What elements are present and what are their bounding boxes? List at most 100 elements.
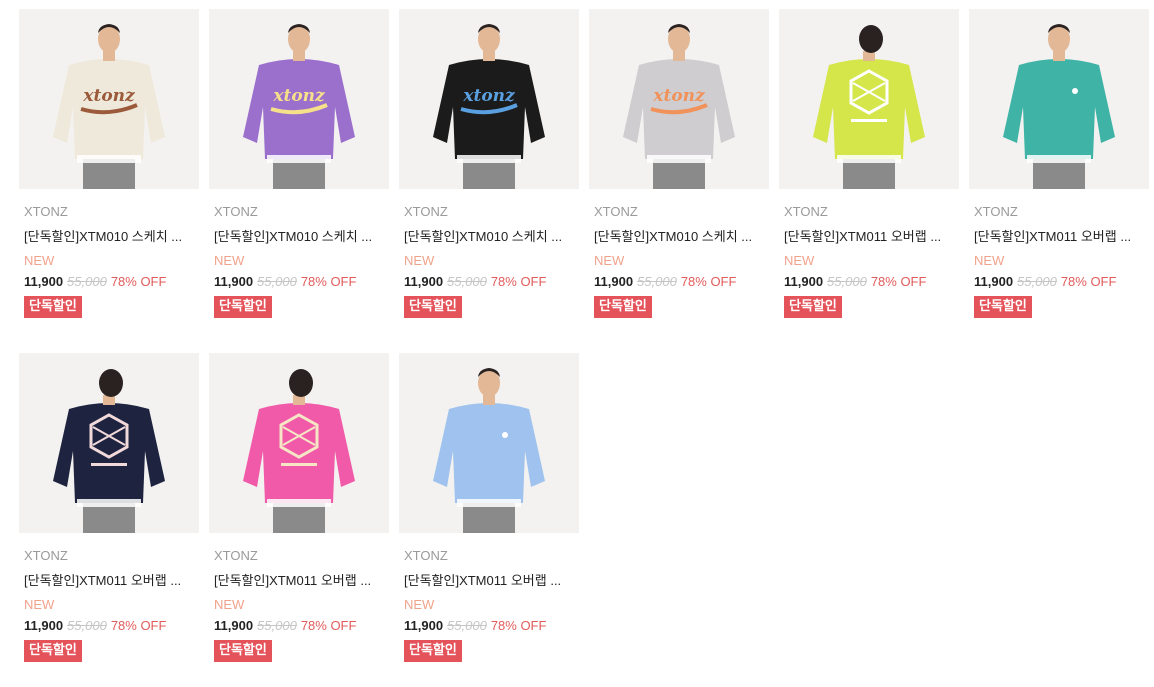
original-price: 55,000 <box>827 274 867 289</box>
product-card[interactable]: xtonz XTONZ [단독할인]XTM010 스케치 ... NEW 11,… <box>209 9 389 343</box>
price-line: 11,900 55,000 78% OFF <box>404 618 574 634</box>
discount-rate: 78% OFF <box>870 274 927 289</box>
exclusive-discount-badge: 단독할인 <box>404 296 462 318</box>
product-name-link[interactable]: [단독할인]XTM011 오버랩 ... <box>214 573 384 589</box>
product-card[interactable]: xtonz XTONZ [단독할인]XTM010 스케치 ... NEW 11,… <box>19 9 199 343</box>
product-name-link[interactable]: [단독할인]XTM010 스케치 ... <box>24 229 194 245</box>
product-image[interactable] <box>779 9 959 189</box>
product-grid: xtonz XTONZ [단독할인]XTM010 스케치 ... NEW 11,… <box>19 9 1154 687</box>
product-brand: XTONZ <box>24 548 68 563</box>
exclusive-discount-badge: 단독할인 <box>214 640 272 662</box>
product-image[interactable] <box>19 353 199 533</box>
discount-rate: 78% OFF <box>110 274 167 289</box>
product-name-link[interactable]: [단독할인]XTM011 오버랩 ... <box>784 229 954 245</box>
new-tag: NEW <box>24 253 55 268</box>
price-line: 11,900 55,000 78% OFF <box>214 274 384 290</box>
sale-price: 11,900 <box>24 618 64 633</box>
product-photo <box>969 9 1149 189</box>
product-card[interactable]: XTONZ [단독할인]XTM011 오버랩 ... NEW 11,900 55,… <box>209 353 389 687</box>
product-info: XTONZ [단독할인]XTM011 오버랩 ... NEW 11,900 55,… <box>969 204 1149 318</box>
new-tag: NEW <box>404 253 435 268</box>
product-image[interactable] <box>399 353 579 533</box>
product-image[interactable]: xtonz <box>399 9 579 189</box>
sale-price: 11,900 <box>594 274 634 289</box>
product-image[interactable]: xtonz <box>19 9 199 189</box>
sale-price: 11,900 <box>404 618 444 633</box>
price-line: 11,900 55,000 78% OFF <box>974 274 1144 290</box>
sale-price: 11,900 <box>214 274 254 289</box>
product-info: XTONZ [단독할인]XTM010 스케치 ... NEW 11,900 55,… <box>589 204 769 318</box>
product-info: XTONZ [단독할인]XTM010 스케치 ... NEW 11,900 55,… <box>399 204 579 318</box>
product-card[interactable]: XTONZ [단독할인]XTM011 오버랩 ... NEW 11,900 55,… <box>399 353 579 687</box>
product-card[interactable]: xtonz XTONZ [단독할인]XTM010 스케치 ... NEW 11,… <box>399 9 579 343</box>
sale-price: 11,900 <box>404 274 444 289</box>
exclusive-discount-badge: 단독할인 <box>594 296 652 318</box>
product-info: XTONZ [단독할인]XTM011 오버랩 ... NEW 11,900 55,… <box>209 548 389 662</box>
product-brand: XTONZ <box>404 204 448 219</box>
product-card[interactable]: XTONZ [단독할인]XTM011 오버랩 ... NEW 11,900 55,… <box>19 353 199 687</box>
exclusive-discount-badge: 단독할인 <box>404 640 462 662</box>
product-photo <box>779 9 959 189</box>
product-image[interactable] <box>969 9 1149 189</box>
product-brand: XTONZ <box>784 204 828 219</box>
product-name-link[interactable]: [단독할인]XTM010 스케치 ... <box>214 229 384 245</box>
discount-rate: 78% OFF <box>490 274 547 289</box>
product-info: XTONZ [단독할인]XTM010 스케치 ... NEW 11,900 55,… <box>209 204 389 318</box>
product-image[interactable] <box>209 353 389 533</box>
sale-price: 11,900 <box>214 618 254 633</box>
original-price: 55,000 <box>67 618 107 633</box>
discount-rate: 78% OFF <box>680 274 737 289</box>
original-price: 55,000 <box>257 274 297 289</box>
product-brand: XTONZ <box>594 204 638 219</box>
new-tag: NEW <box>404 597 435 612</box>
discount-rate: 78% OFF <box>1060 274 1117 289</box>
product-image[interactable]: xtonz <box>589 9 769 189</box>
discount-rate: 78% OFF <box>300 274 357 289</box>
new-tag: NEW <box>784 253 815 268</box>
new-tag: NEW <box>594 253 625 268</box>
new-tag: NEW <box>24 597 55 612</box>
product-card[interactable]: xtonz XTONZ [단독할인]XTM010 스케치 ... NEW 11,… <box>589 9 769 343</box>
price-line: 11,900 55,000 78% OFF <box>594 274 764 290</box>
sale-price: 11,900 <box>784 274 824 289</box>
product-name-link[interactable]: [단독할인]XTM011 오버랩 ... <box>24 573 194 589</box>
product-card[interactable]: XTONZ [단독할인]XTM011 오버랩 ... NEW 11,900 55,… <box>969 9 1149 343</box>
exclusive-discount-badge: 단독할인 <box>214 296 272 318</box>
price-line: 11,900 55,000 78% OFF <box>404 274 574 290</box>
product-image[interactable]: xtonz <box>209 9 389 189</box>
sale-price: 11,900 <box>974 274 1014 289</box>
product-name-link[interactable]: [단독할인]XTM010 스케치 ... <box>594 229 764 245</box>
price-line: 11,900 55,000 78% OFF <box>214 618 384 634</box>
product-card[interactable]: XTONZ [단독할인]XTM011 오버랩 ... NEW 11,900 55,… <box>779 9 959 343</box>
product-row: xtonz XTONZ [단독할인]XTM010 스케치 ... NEW 11,… <box>19 9 1154 343</box>
exclusive-discount-badge: 단독할인 <box>24 640 82 662</box>
discount-rate: 78% OFF <box>490 618 547 633</box>
product-name-link[interactable]: [단독할인]XTM011 오버랩 ... <box>974 229 1144 245</box>
original-price: 55,000 <box>1017 274 1057 289</box>
price-line: 11,900 55,000 78% OFF <box>24 274 194 290</box>
price-line: 11,900 55,000 78% OFF <box>24 618 194 634</box>
product-photo <box>209 353 389 533</box>
product-name-link[interactable]: [단독할인]XTM010 스케치 ... <box>404 229 574 245</box>
original-price: 55,000 <box>67 274 107 289</box>
product-brand: XTONZ <box>404 548 448 563</box>
new-tag: NEW <box>214 597 245 612</box>
svg-text:xtonz: xtonz <box>462 86 515 106</box>
product-row: XTONZ [단독할인]XTM011 오버랩 ... NEW 11,900 55,… <box>19 353 1154 687</box>
discount-rate: 78% OFF <box>110 618 167 633</box>
original-price: 55,000 <box>257 618 297 633</box>
product-photo <box>19 353 199 533</box>
product-name-link[interactable]: [단독할인]XTM011 오버랩 ... <box>404 573 574 589</box>
product-photo: xtonz <box>589 9 769 189</box>
new-tag: NEW <box>214 253 245 268</box>
product-photo: xtonz <box>19 9 199 189</box>
product-info: XTONZ [단독할인]XTM010 스케치 ... NEW 11,900 55,… <box>19 204 199 318</box>
original-price: 55,000 <box>447 618 487 633</box>
price-line: 11,900 55,000 78% OFF <box>784 274 954 290</box>
discount-rate: 78% OFF <box>300 618 357 633</box>
exclusive-discount-badge: 단독할인 <box>974 296 1032 318</box>
svg-text:xtonz: xtonz <box>82 86 135 106</box>
original-price: 55,000 <box>637 274 677 289</box>
product-photo: xtonz <box>399 9 579 189</box>
product-photo <box>399 353 579 533</box>
